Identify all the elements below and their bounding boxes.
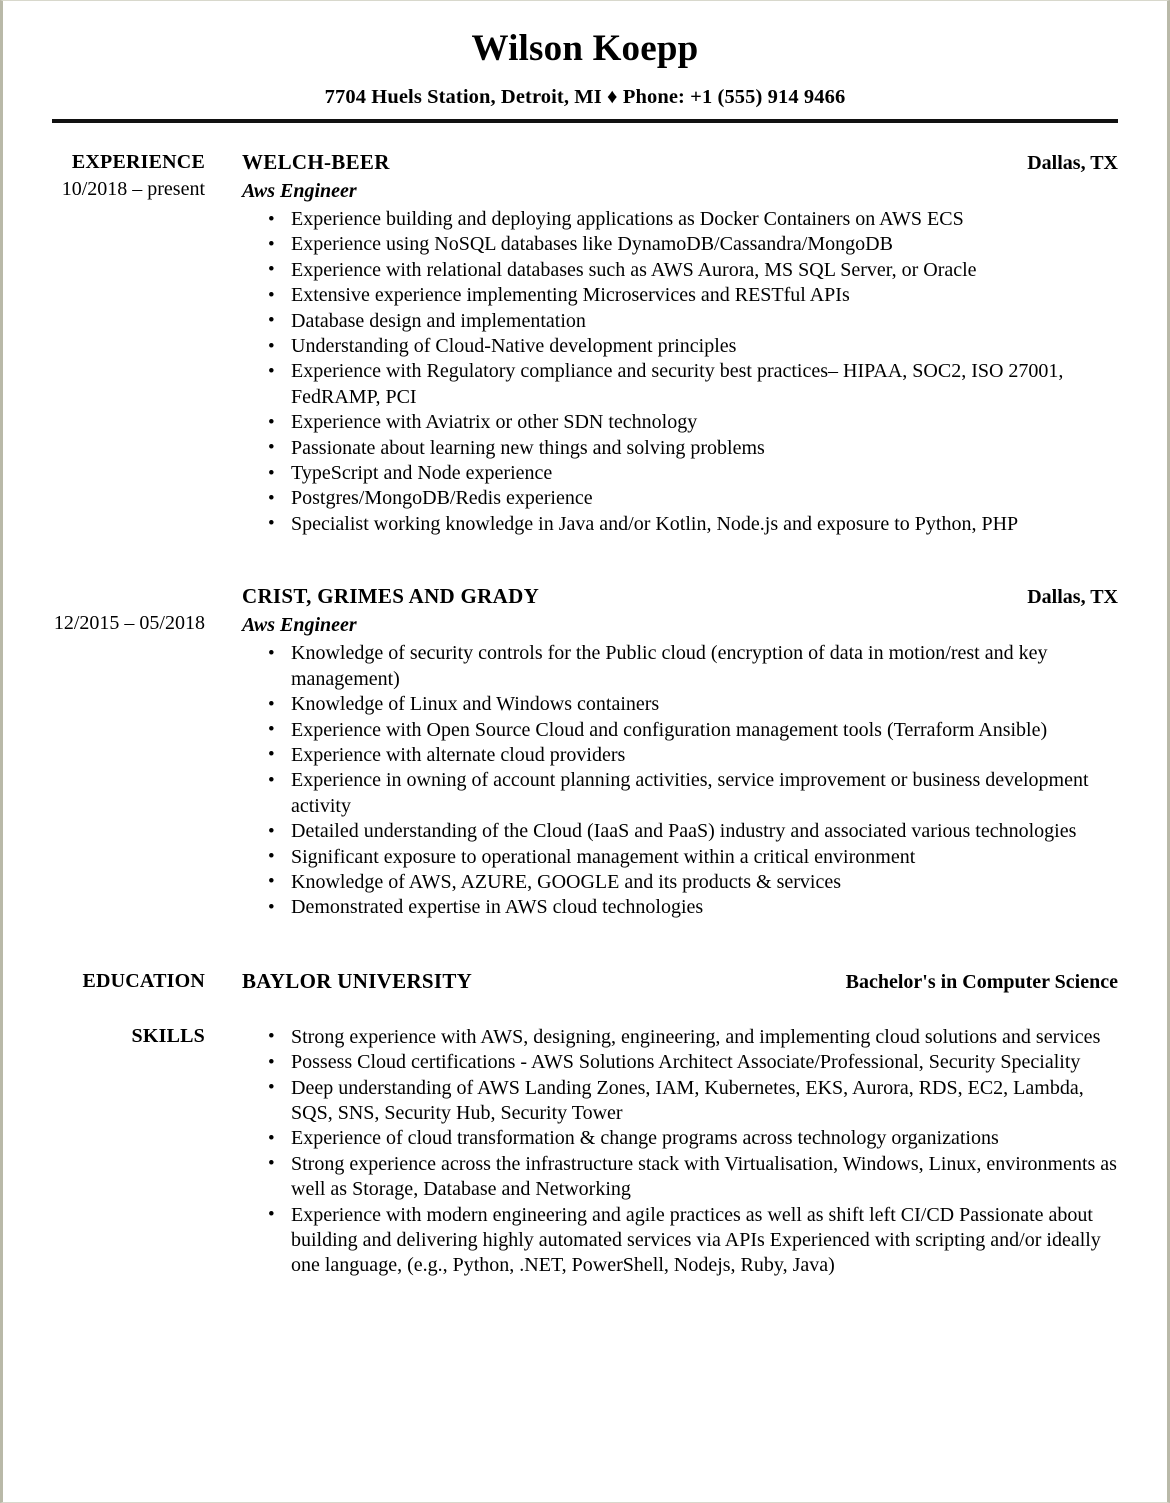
bullet-item: Passionate about learning new things and… [260,435,1118,461]
company-name: CRIST, GRIMES AND GRADY [242,584,540,609]
section-label-experience: EXPERIENCE [71,151,205,173]
contact-line: 7704 Huels Station, Detroit, MI ♦ Phone:… [324,86,846,108]
bullet-item: Database design and implementation [260,308,1118,334]
section-label-education: EDUCATION [82,969,205,992]
job-dates: 12/2015 – 05/2018 [53,612,205,635]
bullet-item: Knowledge of security controls for the P… [260,641,1118,692]
degree-name: Bachelor's in Computer Science [845,970,1118,993]
experience-sidebar-2: 12/2015 – 05/2018 [52,583,205,637]
bullet-item: Experience with Aviatrix or other SDN te… [260,410,1118,436]
job-header: CRIST, GRIMES AND GRADY Dallas, TX [242,583,1118,611]
school-name: BAYLOR UNIVERSITY [242,968,473,993]
skills-bullet-list: Strong experience with AWS, designing, e… [242,1024,1118,1279]
bullet-item: Experience with relational databases suc… [260,257,1118,283]
experience-section-job-2: 12/2015 – 05/2018 CRIST, GRIMES AND GRAD… [52,583,1118,920]
education-header: BAYLOR UNIVERSITY Bachelor's in Computer… [242,968,1118,996]
job-location: Dallas, TX [1027,586,1118,609]
job-title: Aws Engineer [242,180,357,202]
job-title: Aws Engineer [242,614,357,637]
experience-section-job-1: EXPERIENCE 10/2018 – present WELCH-BEER … [52,149,1118,537]
job-header: WELCH-BEER Dallas, TX [242,149,1118,177]
education-sidebar: EDUCATION [52,968,205,995]
bullet-item: Experience in owning of account planning… [260,768,1118,819]
candidate-name: Wilson Koepp [471,28,699,69]
company-name: WELCH-BEER [242,150,390,174]
bullet-item: Extensive experience implementing Micros… [260,283,1118,309]
header-divider [52,119,1118,123]
skills-section: SKILLS Strong experience with AWS, desig… [52,1023,1118,1279]
job-location: Dallas, TX [1027,152,1118,174]
job-body: CRIST, GRIMES AND GRADY Dallas, TX Aws E… [205,583,1118,920]
job-dates: 10/2018 – present [61,178,205,200]
bullet-item: TypeScript and Node experience [260,461,1118,487]
job-bullet-list: Experience building and deploying applic… [242,206,1118,537]
bullet-item: Experience with alternate cloud provider… [260,742,1118,768]
section-label-spacer [52,583,205,610]
resume-page: Wilson Koepp 7704 Huels Station, Detroit… [0,0,1170,1503]
education-section: EDUCATION BAYLOR UNIVERSITY Bachelor's i… [52,968,1118,996]
bullet-item: Strong experience across the infrastruct… [260,1151,1118,1203]
bullet-item: Experience building and deploying applic… [260,206,1118,232]
bullet-item: Experience with Regulatory compliance an… [260,359,1118,410]
job-bullet-list: Knowledge of security controls for the P… [242,641,1118,921]
skills-sidebar: SKILLS [52,1023,205,1050]
bullet-item: Possess Cloud certifications - AWS Solut… [260,1050,1118,1076]
experience-sidebar: EXPERIENCE 10/2018 – present [52,149,205,203]
bullet-item: Detailed understanding of the Cloud (Iaa… [260,819,1118,845]
bullet-item: Experience with Open Source Cloud and co… [260,717,1118,743]
skills-body: Strong experience with AWS, designing, e… [205,1023,1118,1279]
bullet-item: Experience with modern engineering and a… [260,1202,1118,1279]
section-label-skills: SKILLS [131,1024,205,1047]
bullet-item: Demonstrated expertise in AWS cloud tech… [260,895,1118,921]
education-body: BAYLOR UNIVERSITY Bachelor's in Computer… [205,968,1118,996]
bullet-item: Knowledge of Linux and Windows container… [260,692,1118,718]
job-body: WELCH-BEER Dallas, TX Aws Engineer Exper… [205,149,1118,537]
bullet-item: Experience using NoSQL databases like Dy… [260,232,1118,258]
bullet-item: Postgres/MongoDB/Redis experience [260,486,1118,512]
bullet-item: Experience of cloud transformation & cha… [260,1126,1118,1152]
bullet-item: Significant exposure to operational mana… [260,844,1118,870]
bullet-item: Deep understanding of AWS Landing Zones,… [260,1075,1118,1127]
resume-content: Wilson Koepp 7704 Huels Station, Detroit… [52,1,1118,1279]
bullet-item: Strong experience with AWS, designing, e… [260,1024,1118,1050]
bullet-item: Understanding of Cloud-Native developmen… [260,334,1118,360]
bullet-item: Specialist working knowledge in Java and… [260,511,1118,537]
bullet-item: Knowledge of AWS, AZURE, GOOGLE and its … [260,869,1118,895]
